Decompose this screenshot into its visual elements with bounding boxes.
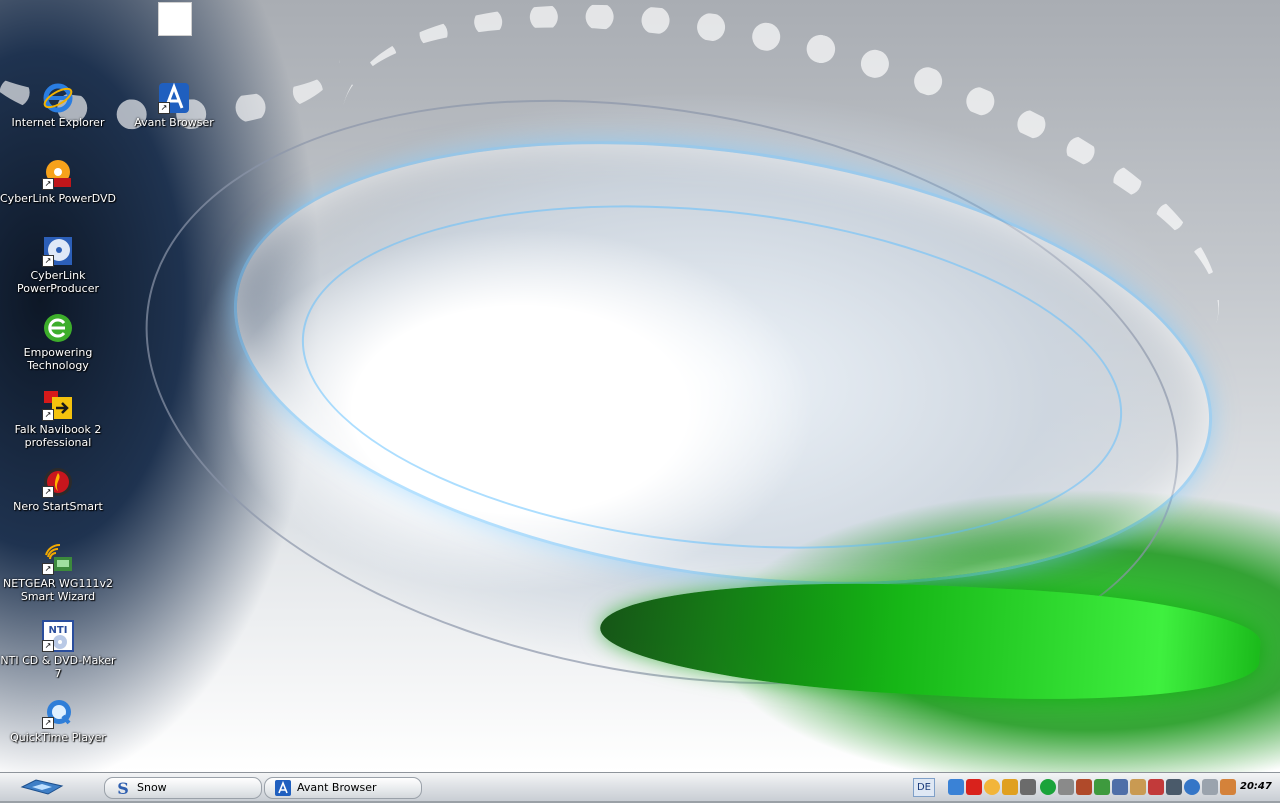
- shortcut-arrow-icon: ↗: [158, 102, 170, 114]
- speaker-icon[interactable]: [1020, 779, 1036, 795]
- desktop-icon-empowering-technology[interactable]: Empowering Technology: [0, 312, 116, 372]
- desktop-icon-nti-cd-dvd-maker[interactable]: NTI ↗ NTI CD & DVD-Maker 7: [0, 620, 116, 680]
- wallpaper-green-leaf: [597, 567, 1263, 713]
- nti-cd-dvd-maker-icon: NTI ↗: [42, 620, 74, 652]
- system-tray: [948, 778, 1238, 796]
- monitor-icon[interactable]: [1166, 779, 1182, 795]
- printer-icon[interactable]: [1058, 779, 1074, 795]
- person-icon[interactable]: [1130, 779, 1146, 795]
- desktop-thumbnail: [158, 2, 192, 36]
- ati-icon[interactable]: [966, 779, 982, 795]
- shortcut-arrow-icon: ↗: [42, 563, 54, 575]
- desktop-icon-powerdvd[interactable]: ↗ CyberLink PowerDVD: [0, 158, 116, 205]
- snow-app-icon: S: [115, 779, 131, 798]
- shortcut-arrow-icon: ↗: [42, 409, 54, 421]
- taskbar-button-avant-browser[interactable]: Avant Browser: [264, 777, 422, 799]
- network-icon[interactable]: [948, 779, 964, 795]
- icon-label: Falk Navibook 2 professional: [14, 423, 102, 449]
- desktop-icon-quicktime[interactable]: ↗ QuickTime Player: [0, 697, 116, 744]
- icon-label: NTI CD & DVD-Maker 7: [0, 654, 116, 680]
- svg-text:NTI: NTI: [49, 625, 68, 636]
- wallpaper-snow: [298, 0, 1262, 502]
- quicktime-icon: ↗: [42, 697, 74, 729]
- taskbar-button-label: Avant Browser: [297, 781, 377, 794]
- desktop-wallpaper: Internet Explorer ↗ Avant Browser ↗ Cybe…: [0, 0, 1280, 772]
- globe-icon[interactable]: [1184, 779, 1200, 795]
- powerproducer-icon: ↗: [42, 235, 74, 267]
- desktop-icon-netgear-wizard[interactable]: ↗ NETGEAR WG111v2 Smart Wizard: [0, 543, 116, 603]
- svg-text:S: S: [117, 780, 129, 796]
- gear-icon[interactable]: [1220, 779, 1236, 795]
- shortcut-arrow-icon: ↗: [42, 178, 54, 190]
- shield-icon[interactable]: [1002, 779, 1018, 795]
- desktop-icon-internet-explorer[interactable]: Internet Explorer: [0, 82, 116, 129]
- start-logo-icon: [20, 779, 64, 795]
- sun-icon[interactable]: [984, 779, 1000, 795]
- desktop-icon-nero-startsmart[interactable]: ↗ Nero StartSmart: [0, 466, 116, 513]
- icon-label: CyberLink PowerDVD: [0, 192, 117, 205]
- icon-label: Empowering Technology: [23, 346, 93, 372]
- desktop-icon-powerproducer[interactable]: ↗ CyberLink PowerProducer: [0, 235, 116, 295]
- falk-navibook-icon: ↗: [42, 389, 74, 421]
- nero-icon: ↗: [42, 466, 74, 498]
- icon-label: Avant Browser: [134, 116, 214, 129]
- powerdvd-icon: ↗: [42, 158, 74, 190]
- cards-icon[interactable]: [1148, 779, 1164, 795]
- taskbar: S Snow Avant Browser DE 20:47: [0, 772, 1280, 801]
- clock[interactable]: 20:47: [1240, 773, 1276, 801]
- avant-browser-icon: ↗: [158, 82, 190, 114]
- desktop-icon-falk-navibook[interactable]: ↗ Falk Navibook 2 professional: [0, 389, 116, 449]
- shortcut-arrow-icon: ↗: [42, 255, 54, 267]
- green-circle-icon[interactable]: [1040, 779, 1056, 795]
- shortcut-arrow-icon: ↗: [42, 640, 54, 652]
- taskbar-button-snow[interactable]: S Snow: [104, 777, 262, 799]
- netgear-icon: ↗: [42, 543, 74, 575]
- empowering-technology-icon: [42, 312, 74, 344]
- icon-label: Internet Explorer: [11, 116, 105, 129]
- shortcut-arrow-icon: ↗: [42, 717, 54, 729]
- icon-label: QuickTime Player: [10, 731, 106, 744]
- avant-browser-icon: [275, 780, 291, 796]
- signal-icon[interactable]: [1112, 779, 1128, 795]
- taskbar-button-label: Snow: [137, 781, 167, 794]
- plant-icon[interactable]: [1094, 779, 1110, 795]
- tool-icon[interactable]: [1076, 779, 1092, 795]
- icon-label: NETGEAR WG111v2 Smart Wizard: [3, 577, 113, 603]
- icon-label: Nero StartSmart: [13, 500, 103, 513]
- icon-label: CyberLink PowerProducer: [16, 269, 99, 295]
- start-button[interactable]: [18, 778, 66, 796]
- internet-explorer-icon: [42, 82, 74, 114]
- shortcut-arrow-icon: ↗: [42, 486, 54, 498]
- drive-icon[interactable]: [1202, 779, 1218, 795]
- language-indicator[interactable]: DE: [913, 778, 935, 797]
- desktop-icon-avant-browser[interactable]: ↗ Avant Browser: [116, 82, 232, 129]
